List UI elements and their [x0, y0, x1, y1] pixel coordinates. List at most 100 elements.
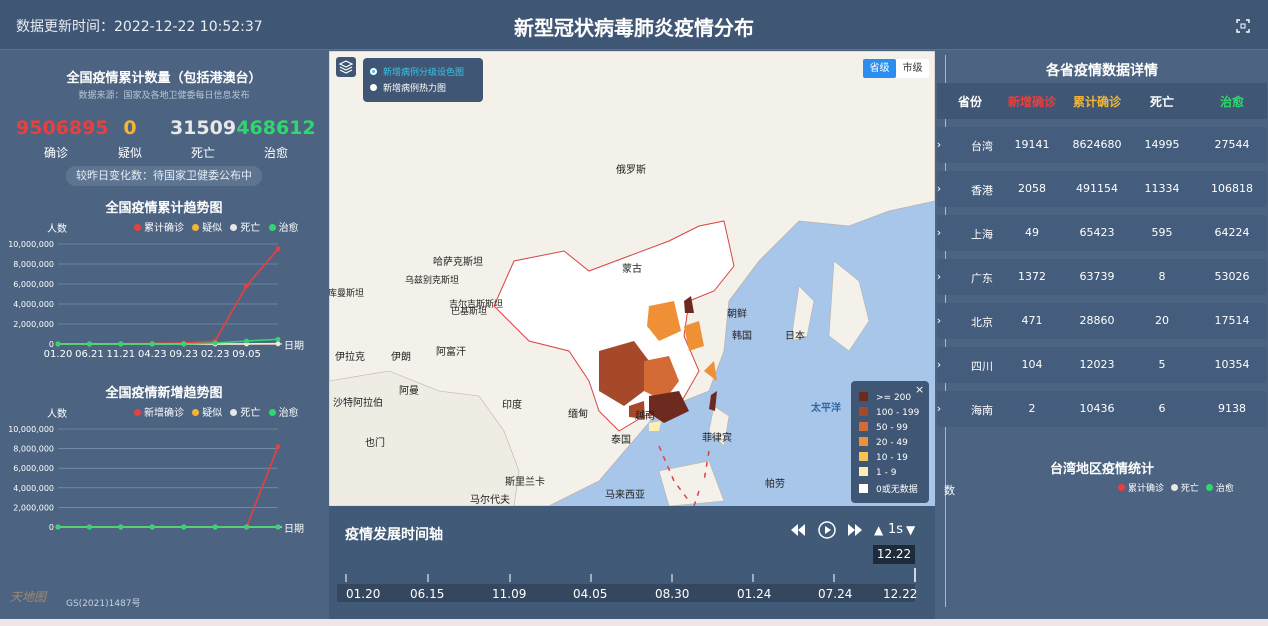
map-label: 缅甸	[568, 409, 588, 420]
province-value: 471	[1021, 314, 1043, 327]
province-value: 6	[1158, 402, 1166, 415]
legend-row: 0或无数据	[859, 482, 918, 496]
data-point	[181, 341, 187, 347]
timeline-tick-label[interactable]: 01.20	[346, 587, 380, 601]
y-tick-label: 10,000,000	[8, 240, 54, 249]
epidemic-map[interactable]: 俄罗斯 哈萨克斯坦 蒙古 乌兹别克斯坦 吉尔吉斯斯坦 土库曼斯坦 伊拉克 伊朗 …	[329, 51, 935, 506]
speed-down-icon[interactable]: ▼	[906, 523, 915, 537]
map-label: 斯里兰卡	[505, 477, 545, 488]
summary-title: 全国疫情累计数量（包括港澳台）	[66, 71, 262, 86]
province-value: 2058	[1018, 182, 1046, 195]
legend-dot-cured	[1205, 484, 1213, 491]
timeline-title: 疫情发展时间轴	[345, 527, 443, 543]
map-label: 也门	[365, 438, 385, 449]
province-value: 2	[1028, 402, 1036, 415]
province-value: 19141	[1014, 138, 1050, 151]
province-value: 17514	[1214, 314, 1250, 327]
radio-selected-icon	[370, 68, 377, 75]
timeline-tick-label[interactable]: 04.05	[573, 587, 607, 601]
x-tick-label: 01.20	[44, 349, 73, 360]
fast-forward-icon[interactable]	[847, 523, 863, 541]
legend-swatch	[859, 392, 868, 401]
layer-option-heatmap[interactable]: 新增病例热力图	[370, 81, 446, 94]
province-row[interactable]: › 广东 1372 63739 8 53026	[937, 259, 1267, 295]
y-tick-label: 0	[49, 340, 54, 349]
legend-swatch	[859, 467, 868, 476]
data-point	[275, 341, 281, 347]
province-row[interactable]: › 海南 2 10436 6 9138	[937, 391, 1267, 427]
col-total-confirmed: 累计确诊	[1072, 95, 1121, 109]
data-point	[244, 338, 249, 344]
city-level-button[interactable]: 市级	[896, 59, 929, 78]
legend-item: 新增确诊	[144, 408, 184, 419]
legend-row: 1 - 9	[859, 467, 896, 481]
map-label: 日本	[785, 331, 805, 342]
data-point	[118, 524, 124, 530]
confirmed-count: 9506895	[16, 117, 109, 139]
province-value: 5	[1158, 358, 1166, 371]
province-row[interactable]: › 四川 104 12023 5 10354	[937, 347, 1267, 383]
legend-dot-new-confirmed	[134, 409, 141, 416]
timeline-tick-label[interactable]: 07.24	[818, 587, 852, 601]
rewind-icon[interactable]	[790, 523, 806, 541]
timeline-tick-label[interactable]: 12.22	[883, 587, 917, 601]
legend-close-icon[interactable]: ×	[915, 383, 924, 396]
x-tick-label: 02.23	[201, 349, 230, 360]
radio-icon	[370, 84, 377, 91]
legend-dot-cured	[268, 409, 276, 416]
x-axis-label: 日期	[284, 523, 304, 535]
fullscreen-icon[interactable]	[1236, 18, 1250, 33]
y-tick-label: 2,000,000	[13, 320, 54, 329]
play-icon[interactable]	[818, 521, 836, 543]
map-label: 泰国	[611, 435, 631, 446]
data-point	[275, 444, 281, 450]
province-value: 9138	[1218, 402, 1246, 415]
daily-chart-title: 全国疫情新增趋势图	[105, 386, 223, 401]
map-label: 伊朗	[391, 352, 411, 363]
legend-label: 10 - 19	[876, 453, 908, 463]
speed-up-icon[interactable]: ▲	[874, 523, 883, 537]
map-label: 阿富汗	[436, 347, 466, 358]
province-row[interactable]: › 台湾 19141 8624680 14995 27544	[937, 127, 1267, 163]
timeline-tick-label[interactable]: 08.30	[655, 587, 689, 601]
data-point	[212, 524, 218, 530]
legend-label: >= 200	[876, 393, 912, 403]
daily-legend: 新增确诊 疑似 死亡 治愈	[134, 404, 299, 419]
province-row[interactable]: › 香港 2058 491154 11334 106818	[937, 171, 1267, 207]
legend-dot-deaths	[230, 409, 238, 416]
timeline-tick-label[interactable]: 06.15	[410, 587, 444, 601]
y-tick-label: 6,000,000	[13, 464, 54, 473]
province-row[interactable]: › 上海 49 65423 595 64224	[937, 215, 1267, 251]
data-point	[118, 341, 124, 347]
map-label: 朝鲜	[727, 309, 747, 320]
province-value: 20	[1155, 314, 1169, 327]
layer-toggle-button[interactable]	[336, 57, 356, 77]
legend-item: 死亡	[240, 408, 261, 419]
y-tick-label: 2,000,000	[13, 503, 54, 512]
timeline-tick-label[interactable]: 01.24	[737, 587, 771, 601]
legend-dot-suspected	[192, 409, 200, 416]
page-title: 新型冠状病毒肺炎疫情分布	[514, 16, 754, 40]
map-label: 伊拉克	[335, 352, 365, 363]
data-point	[149, 341, 155, 347]
x-tick-label: 09.05	[232, 349, 261, 360]
speed-value: 1s	[888, 522, 904, 537]
legend-item: 累计确诊	[144, 223, 184, 234]
layer-option-choropleth[interactable]: 新增病例分级设色图	[370, 65, 464, 78]
province-row[interactable]: › 北京 471 28860 20 17514	[937, 303, 1267, 339]
cured-label: 治愈	[263, 146, 288, 160]
legend-item: 累计确诊	[1128, 484, 1165, 494]
province-level-button[interactable]: 省级	[863, 59, 896, 78]
y-tick-label: 4,000,000	[13, 300, 54, 309]
suspected-label: 疑似	[117, 146, 142, 160]
legend-swatch	[859, 422, 868, 431]
taiwan-stats-title: 台湾地区疫情统计	[1049, 462, 1154, 477]
timeline-tick-label[interactable]: 11.09	[492, 587, 526, 601]
province-value: 53026	[1214, 270, 1250, 283]
layer-option-label: 新增病例分级设色图	[383, 68, 465, 78]
legend-swatch	[859, 407, 868, 416]
x-axis-label: 日期	[284, 340, 304, 352]
legend-label: 100 - 199	[876, 408, 920, 418]
province-value: 10436	[1079, 402, 1115, 415]
data-point	[55, 524, 61, 530]
